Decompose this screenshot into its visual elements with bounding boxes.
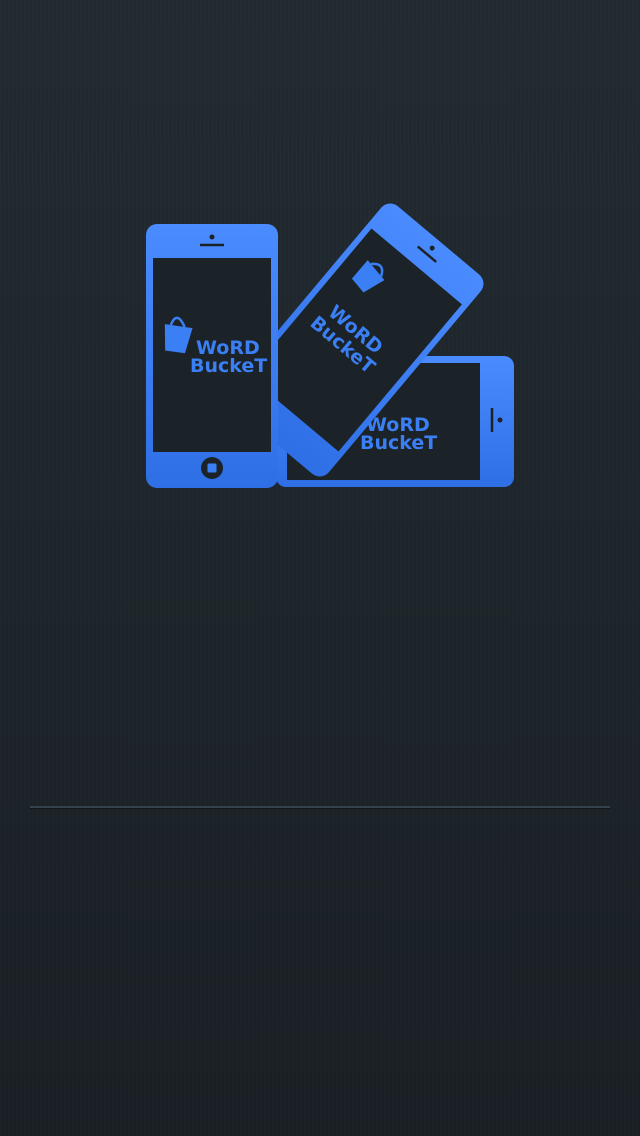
brand-line2: BuckeT — [190, 355, 267, 377]
brand-line2: BuckeT — [360, 432, 437, 454]
app-logo: WoRD BuckeT WoRD BuckeT WoRD BuckeT — [146, 203, 514, 488]
splash-screen: { "brand": { "name_line1": "WoRD", "name… — [0, 0, 640, 1136]
phone-portrait: WoRD BuckeT — [146, 224, 278, 488]
divider-line — [30, 806, 610, 808]
